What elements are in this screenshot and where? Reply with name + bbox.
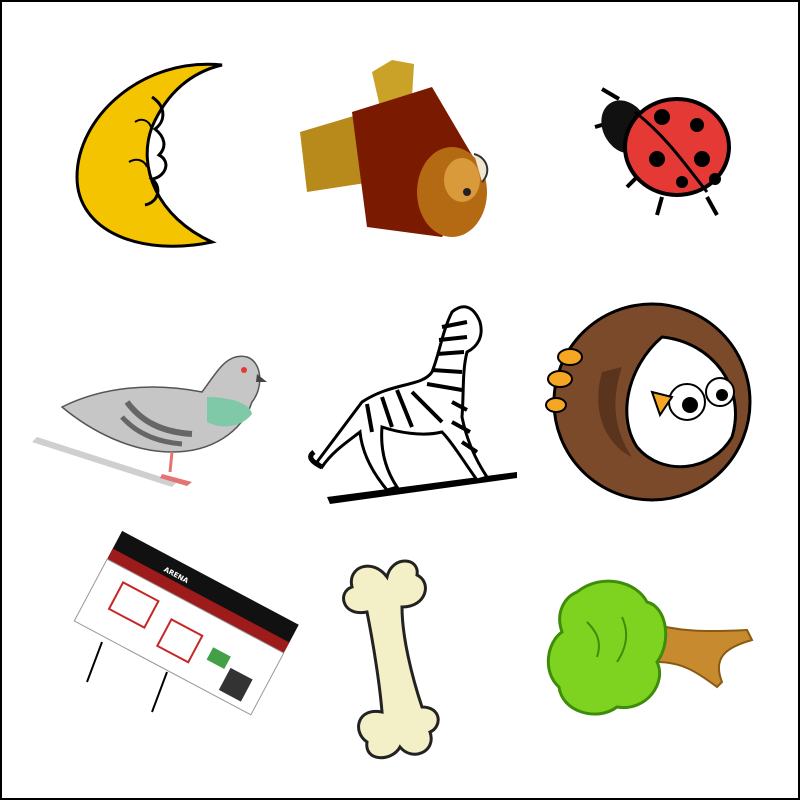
grid-cell-arena-building[interactable]: ARENA	[72, 530, 299, 752]
grid-cell-lion[interactable]	[292, 42, 512, 262]
image-grid-frame: ARENA	[0, 0, 800, 800]
zebra-icon	[308, 305, 517, 504]
bone-icon	[342, 559, 440, 760]
owl-icon	[545, 302, 752, 502]
crescent-moon-face-icon	[75, 62, 223, 248]
grid-cell-owl[interactable]	[542, 297, 762, 517]
lion-rotated-icon	[300, 60, 489, 237]
arena-building-rotated-icon: ARENA	[73, 530, 299, 716]
grid-cell-zebra[interactable]	[302, 292, 522, 512]
grid-cell-moon[interactable]	[47, 37, 267, 257]
grid-cell-bone[interactable]	[292, 547, 512, 767]
grid-cell-ladybug[interactable]	[557, 47, 777, 267]
grid-cell-pigeon[interactable]	[32, 302, 267, 522]
grid-cell-tree[interactable]	[546, 562, 767, 782]
pigeon-icon	[32, 355, 267, 487]
tree-rotated-icon	[546, 579, 754, 716]
ladybug-icon	[594, 87, 731, 216]
